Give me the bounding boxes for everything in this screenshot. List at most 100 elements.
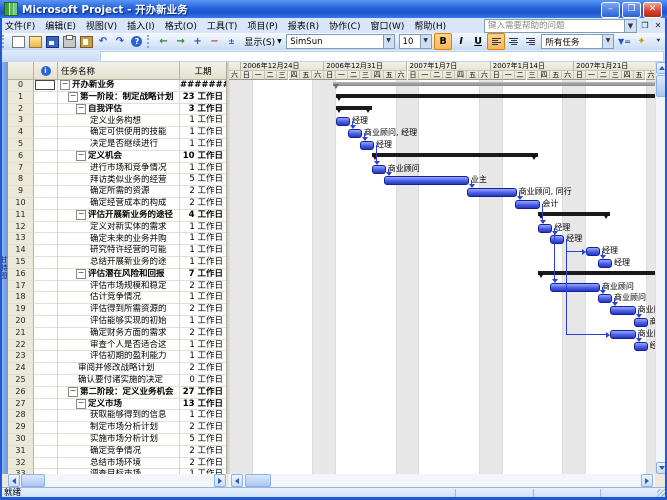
row-id-cell[interactable]: 21: [8, 328, 34, 340]
hide-subtasks-button[interactable]: −: [206, 34, 222, 49]
filter-combo[interactable]: 所有任务 ▼: [541, 34, 614, 49]
task-name-cell[interactable]: −评估潜在风险和回报: [58, 269, 180, 281]
row-id-cell[interactable]: 19: [8, 304, 34, 316]
align-right-button[interactable]: [523, 34, 539, 49]
paste-button[interactable]: [78, 34, 94, 49]
indicator-cell[interactable]: [34, 151, 58, 163]
mdi-restore-button[interactable]: ❐: [639, 20, 651, 31]
menu-item[interactable]: 窗口(W): [365, 18, 409, 33]
row-id-cell[interactable]: 8: [8, 174, 34, 186]
new-document-button[interactable]: [10, 34, 26, 49]
duration-cell[interactable]: 1 工作日: [180, 127, 226, 139]
row-id-cell[interactable]: 28: [8, 410, 34, 422]
row-id-cell[interactable]: 25: [8, 375, 34, 387]
scroll-left-button[interactable]: [231, 474, 243, 487]
duration-cell[interactable]: 10 工作日: [180, 151, 226, 163]
gantt-bar[interactable]: [634, 318, 648, 327]
duration-cell[interactable]: 2 工作日: [180, 198, 226, 210]
indicator-cell[interactable]: [34, 363, 58, 375]
indicator-cell[interactable]: [34, 446, 58, 458]
task-row[interactable]: 17评估市场规模和稳定2 工作日: [8, 281, 226, 293]
task-row[interactable]: 29制定市场分析计划2 工作日: [8, 422, 226, 434]
gantt-bar[interactable]: [384, 176, 469, 185]
task-name-cell[interactable]: 实施市场分析计划: [58, 434, 180, 446]
duration-cell[interactable]: 13 工作日: [180, 399, 226, 411]
indicator-column-header[interactable]: i: [34, 62, 58, 80]
duration-cell[interactable]: ########: [180, 80, 226, 92]
row-id-cell[interactable]: 2: [8, 104, 34, 116]
help-button[interactable]: ?: [129, 34, 145, 49]
task-name-cell[interactable]: 确定财务方面的需求: [58, 328, 180, 340]
row-id-cell[interactable]: 7: [8, 163, 34, 175]
show-menu-button[interactable]: 显示(S) ▼: [240, 34, 283, 49]
menu-item[interactable]: 文件(F): [0, 18, 40, 33]
indicator-cell[interactable]: [34, 316, 58, 328]
gantt-bar[interactable]: [467, 188, 517, 197]
indicator-cell[interactable]: [34, 410, 58, 422]
toolbar-handle[interactable]: [2, 35, 8, 48]
task-name-cell[interactable]: 确定可供使用的技能: [58, 127, 180, 139]
indicator-cell[interactable]: [34, 257, 58, 269]
task-row[interactable]: 13确定未来的业务并购1 工作日: [8, 233, 226, 245]
summary-bar[interactable]: [538, 271, 655, 275]
gantt-bar[interactable]: [515, 200, 541, 209]
menu-item[interactable]: 工具(T): [202, 18, 243, 33]
indicator-cell[interactable]: [34, 198, 58, 210]
task-name-cell[interactable]: 定义对新实体的需求: [58, 222, 180, 234]
task-row[interactable]: 25 确认要付诸实施的决定0 工作日: [8, 375, 226, 387]
indicator-cell[interactable]: [34, 174, 58, 186]
task-row[interactable]: 12定义对新实体的需求1 工作日: [8, 222, 226, 234]
row-id-cell[interactable]: 1: [8, 92, 34, 104]
task-name-cell[interactable]: 获取能够得到的信息: [58, 410, 180, 422]
collapse-minus-icon[interactable]: −: [76, 269, 86, 279]
task-row[interactable]: 19评估得到所需资源的2 工作日: [8, 304, 226, 316]
duration-cell[interactable]: 0 工作日: [180, 375, 226, 387]
task-row[interactable]: 11−评估开展新业务的途径4 工作日: [8, 210, 226, 222]
save-button[interactable]: [44, 34, 60, 49]
restore-button[interactable]: ❐: [622, 2, 641, 18]
row-id-cell[interactable]: 13: [8, 233, 34, 245]
row-id-cell[interactable]: 11: [8, 210, 34, 222]
row-id-cell[interactable]: 27: [8, 399, 34, 411]
duration-cell[interactable]: 2 工作日: [180, 422, 226, 434]
task-row[interactable]: 32总结市场环境2 工作日: [8, 458, 226, 470]
row-id-cell[interactable]: 32: [8, 458, 34, 470]
duration-cell[interactable]: 7 工作日: [180, 269, 226, 281]
scroll-right-button[interactable]: [214, 474, 226, 487]
indicator-cell[interactable]: [34, 92, 58, 104]
task-row[interactable]: 24审阅并修改战略计划2 工作日: [8, 363, 226, 375]
task-name-cell[interactable]: 总结市场环境: [58, 458, 180, 470]
project-summary-bar[interactable]: [333, 82, 655, 86]
assign-resources-button[interactable]: ±: [223, 34, 239, 49]
chart-scroll-thumb[interactable]: [245, 474, 271, 487]
toolbar-handle[interactable]: [147, 35, 153, 48]
gantt-bar[interactable]: [538, 224, 552, 233]
gantt-bar[interactable]: [598, 259, 612, 268]
task-name-cell[interactable]: 评估市场规模和稳定: [58, 281, 180, 293]
duration-cell[interactable]: 2 工作日: [180, 186, 226, 198]
collapse-minus-icon[interactable]: −: [68, 92, 78, 102]
task-row[interactable]: 30实施市场分析计划5 工作日: [8, 434, 226, 446]
duration-cell[interactable]: 1 工作日: [180, 115, 226, 127]
indicator-cell[interactable]: [34, 233, 58, 245]
row-id-cell[interactable]: 22: [8, 340, 34, 352]
summary-bar[interactable]: [336, 94, 655, 98]
scroll-left-button[interactable]: [8, 474, 20, 487]
show-subtasks-button[interactable]: +: [190, 34, 206, 49]
collapse-minus-icon[interactable]: −: [60, 80, 70, 90]
task-name-cell[interactable]: 总结开展新业务的途: [58, 257, 180, 269]
task-name-cell[interactable]: 确认要付诸实施的决定: [58, 375, 180, 387]
font-name-combo[interactable]: SimSun ▼: [286, 34, 394, 49]
collapse-minus-icon[interactable]: −: [76, 399, 86, 409]
gantt-bar[interactable]: [550, 235, 564, 244]
task-name-cell[interactable]: −自我评估: [58, 104, 180, 116]
gantt-chart[interactable]: 2006年12月24日2006年12月31日2007年1月7日2007年1月14…: [229, 62, 655, 474]
indicator-cell[interactable]: [34, 222, 58, 234]
duration-cell[interactable]: 1 工作日: [180, 316, 226, 328]
gantt-bar[interactable]: [336, 117, 350, 126]
gantt-bar[interactable]: [360, 141, 374, 150]
summary-bar[interactable]: [372, 153, 539, 157]
row-id-cell[interactable]: 16: [8, 269, 34, 281]
task-name-cell[interactable]: 评估得到所需资源的: [58, 304, 180, 316]
row-id-cell[interactable]: 6: [8, 151, 34, 163]
